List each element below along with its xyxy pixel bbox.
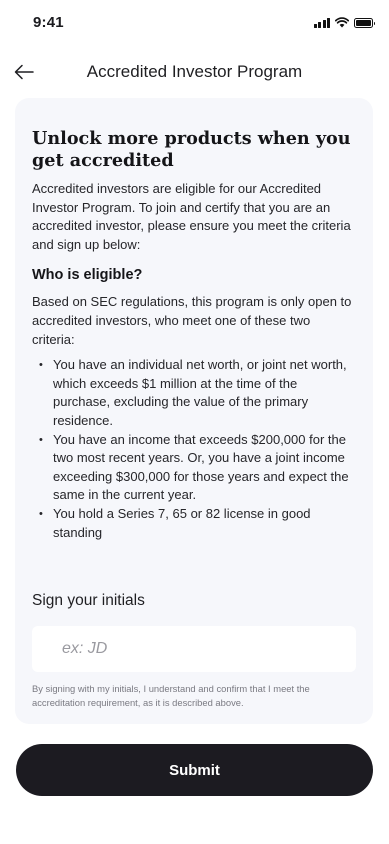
- criteria-item-license: You hold a Series 7, 65 or 82 license in…: [32, 505, 356, 542]
- status-icons: [313, 17, 375, 28]
- eligibility-title: Who is eligible?: [32, 267, 143, 284]
- battery-icon: [354, 17, 375, 28]
- intro-text: Accredited investors are eligible for ou…: [32, 181, 351, 252]
- criteria-item-income: You have an income that exceeds $200,000…: [32, 431, 356, 505]
- nav-header: Accredited Investor Program: [0, 52, 389, 92]
- eligibility-intro: Based on SEC regulations, this program i…: [32, 294, 352, 347]
- page-title: Accredited Investor Program: [86, 62, 303, 81]
- status-bar: 9:41: [0, 0, 389, 44]
- status-time: 9:41: [33, 14, 64, 31]
- criteria-item-net-worth: You have an individual net worth, or joi…: [32, 356, 356, 430]
- disclaimer-text: By signing with my initials, I understan…: [32, 683, 310, 708]
- initials-input[interactable]: [32, 626, 356, 672]
- card-headline: Unlock more products when you get accred…: [32, 128, 351, 171]
- submit-button[interactable]: Submit: [16, 744, 373, 796]
- card-content: Unlock more products when you get accred…: [32, 128, 356, 542]
- criteria-list: You have an individual net worth, or joi…: [32, 356, 356, 542]
- wifi-icon: [335, 17, 349, 28]
- cellular-signal-icon: [313, 17, 330, 28]
- accreditation-card: Unlock more products when you get accred…: [15, 98, 373, 724]
- sign-initials-label: Sign your initials: [32, 592, 145, 609]
